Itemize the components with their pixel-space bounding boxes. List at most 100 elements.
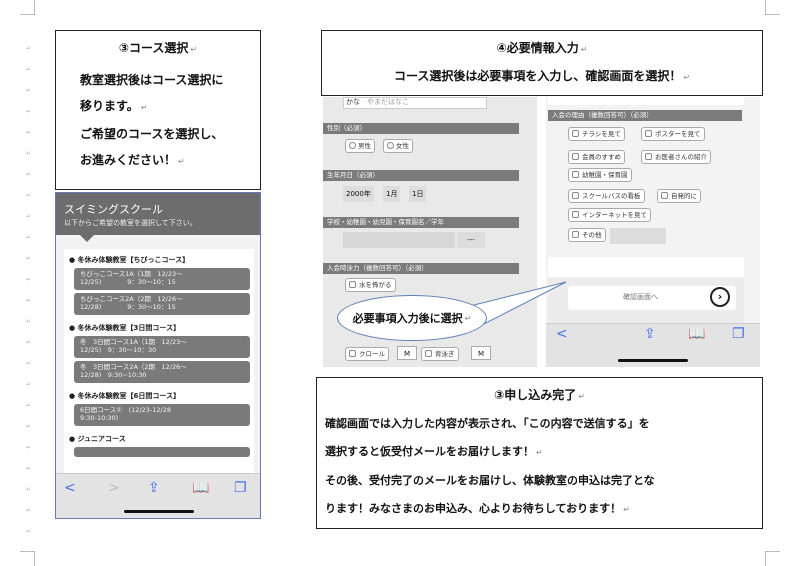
margin-mark: ↵ xyxy=(26,507,32,514)
course-option[interactable]: 冬 3日間コース2A（2期 12/26～ 12/28) 9:30~10:30 xyxy=(74,361,250,383)
margin-mark: ↵ xyxy=(26,276,32,283)
reason-option[interactable]: 会員のすすめ xyxy=(568,150,625,164)
swim-option[interactable]: 水を怖がる xyxy=(345,278,396,292)
confirm-button-label: 確認画面へ xyxy=(623,293,658,301)
crop-mark xyxy=(20,551,35,566)
course-option[interactable]: ちびっこコース1A（1期 12/23～ 12/25) 9：30～10：15 xyxy=(74,268,250,290)
margin-mark: ↵ xyxy=(26,108,32,115)
swim-level-select[interactable]: M xyxy=(397,346,417,360)
share-icon[interactable]: ⇪ xyxy=(644,326,656,342)
gender-male-radio[interactable]: 男性 xyxy=(345,139,375,153)
tabs-icon[interactable]: ❐ xyxy=(234,480,247,496)
swim-ability-label: 入会時泳力（複数回答可）（必須） xyxy=(323,263,519,274)
margin-mark: ↵ xyxy=(26,486,32,493)
grade-select[interactable]: --- xyxy=(457,232,485,248)
header-pointer xyxy=(80,235,94,242)
form-card-bottom xyxy=(548,257,744,277)
margin-mark: ↵ xyxy=(26,423,32,430)
school-subtitle: 以下からご希望の教室を選択して下さい。 xyxy=(64,219,197,227)
complete-step-body: 確認画面では入力した内容が表示され、「この内容で送信する」を 選択すると仮受付メ… xyxy=(325,417,655,515)
kana-field[interactable]: かな やまだはなこ xyxy=(343,97,487,109)
home-indicator xyxy=(124,510,194,513)
bookmarks-icon[interactable]: 📖 xyxy=(192,480,209,496)
info-step-heading: ④必要情報入力 ↵ xyxy=(496,41,588,55)
confirm-button[interactable]: 確認画面へ › xyxy=(568,286,736,310)
reason-option[interactable]: インターネットを見て xyxy=(568,208,651,222)
reason-label: 入会の理由（複数回答可）（必須） xyxy=(548,110,742,121)
course-group-title: ● ジュニアコース xyxy=(69,435,126,443)
reason-option[interactable]: スクールバスの看板 xyxy=(568,189,645,203)
margin-mark: ↵ xyxy=(26,234,32,241)
school-input[interactable] xyxy=(343,232,455,248)
margin-mark: ↵ xyxy=(26,255,32,262)
back-icon[interactable]: < xyxy=(556,326,568,342)
browser-toolbar: < > ⇪ 📖 ❐ xyxy=(56,473,260,518)
reason-option[interactable]: 幼稚園・保育園 xyxy=(568,168,632,182)
reason-option[interactable]: チラシを見て xyxy=(568,127,625,141)
form-card-edge xyxy=(548,97,744,105)
margin-mark: ↵ xyxy=(26,66,32,73)
margin-mark: ↵ xyxy=(26,402,32,409)
course-group-title: ● 冬休み体験教室【6日間コース】 xyxy=(69,392,181,400)
course-option[interactable]: ちびっこコース2A（2期 12/26～ 12/28) 9：30～10：15 xyxy=(74,293,250,315)
confirm-area: 確認画面へ › xyxy=(548,278,744,323)
margin-mark: ↵ xyxy=(26,465,32,472)
info-step-box: ④必要情報入力 ↵ コース選択後は必要事項を入力し、確認画面を選択！ ↵ xyxy=(321,30,763,96)
gender-label: 性別（必須） xyxy=(323,123,519,134)
forward-icon[interactable]: > xyxy=(108,480,120,496)
course-option[interactable] xyxy=(74,447,250,457)
margin-mark: ↵ xyxy=(26,297,32,304)
share-icon[interactable]: ⇪ xyxy=(148,480,160,496)
birth-year-select[interactable]: 2000年 xyxy=(343,186,374,202)
arrow-right-icon: › xyxy=(710,287,730,307)
callout-bubble: 必要事項入力後に選択 ↵ xyxy=(337,295,487,341)
school-title: スイミングスクール xyxy=(64,203,163,216)
birth-day-select[interactable]: 1日 xyxy=(409,186,427,202)
margin-mark: ↵ xyxy=(26,192,32,199)
margin-mark: ↵ xyxy=(26,129,32,136)
birth-month-select[interactable]: 1月 xyxy=(383,186,401,202)
margin-mark: ↵ xyxy=(26,528,32,535)
course-group-title: ● 冬休み体験教室【ちびっこコース】 xyxy=(69,256,190,264)
course-list-screen: スイミングスクール 以下からご希望の教室を選択して下さい。 ● 冬休み体験教室【… xyxy=(55,192,261,519)
reason-form-screen: 入会の理由（複数回答可）（必須） チラシを見て ポスターを見て 会員のすすめ お… xyxy=(546,97,760,367)
margin-mark: ↵ xyxy=(26,381,32,388)
margin-mark: ↵ xyxy=(26,360,32,367)
margin-mark: ↵ xyxy=(26,45,32,52)
course-group-title: ● 冬休み体験教室【3日間コース】 xyxy=(69,324,181,332)
course-option[interactable]: 6日間コース① (12/23-12/28 9:30-10:30) xyxy=(74,404,250,426)
margin-mark: ↵ xyxy=(26,150,32,157)
swim-option[interactable]: クロール xyxy=(345,347,389,361)
margin-mark: ↵ xyxy=(26,318,32,325)
crop-mark xyxy=(20,0,35,15)
gender-female-radio[interactable]: 女性 xyxy=(383,139,413,153)
margin-mark: ↵ xyxy=(26,213,32,220)
home-indicator xyxy=(618,359,688,362)
tabs-icon[interactable]: ❐ xyxy=(732,326,745,342)
course-step-body: 教室選択後はコース選択に 移ります。 ↵ ご希望のコースを選択し、 お進みください… xyxy=(80,73,224,167)
margin-mark: ↵ xyxy=(26,171,32,178)
reason-option[interactable]: ポスターを見て xyxy=(641,127,705,141)
info-step-body: コース選択後は必要事項を入力し、確認画面を選択！ ↵ xyxy=(393,69,691,83)
birthdate-label: 生年月日（必須） xyxy=(323,170,519,181)
complete-step-heading: ③申し込み完了 ↵ xyxy=(494,388,585,402)
back-icon[interactable]: < xyxy=(64,480,76,496)
browser-toolbar: < ⇪ 📖 ❐ xyxy=(546,323,760,367)
swim-level-select[interactable]: M xyxy=(471,346,491,360)
reason-option[interactable]: 自発的に xyxy=(657,189,701,203)
crop-mark xyxy=(765,551,780,566)
course-option[interactable]: 冬 3日間コース1A（1期 12/23～ 12/25) 9：30～10：30 xyxy=(74,336,250,358)
complete-step-box: ③申し込み完了 ↵ 確認画面では入力した内容が表示され、「この内容で送信する」を … xyxy=(316,377,763,529)
margin-mark: ↵ xyxy=(26,444,32,451)
reason-option[interactable]: お医者さんの紹介 xyxy=(641,150,711,164)
course-list: ● 冬休み体験教室【ちびっこコース】 ちびっこコース1A（1期 12/23～ 12… xyxy=(64,249,254,477)
school-header: スイミングスクール 以下からご希望の教室を選択して下さい。 xyxy=(56,193,260,235)
margin-mark: ↵ xyxy=(26,87,32,94)
bookmarks-icon[interactable]: 📖 xyxy=(688,326,705,342)
reason-other-input[interactable] xyxy=(610,228,666,244)
course-step-heading: ③コース選択 ↵ xyxy=(118,41,198,55)
swim-option[interactable]: 背泳ぎ xyxy=(421,347,459,361)
school-label: 学校・幼稚園・幼児園・保育園名／学年 xyxy=(323,217,519,228)
crop-mark xyxy=(765,0,780,15)
reason-option[interactable]: その他 xyxy=(568,228,606,242)
